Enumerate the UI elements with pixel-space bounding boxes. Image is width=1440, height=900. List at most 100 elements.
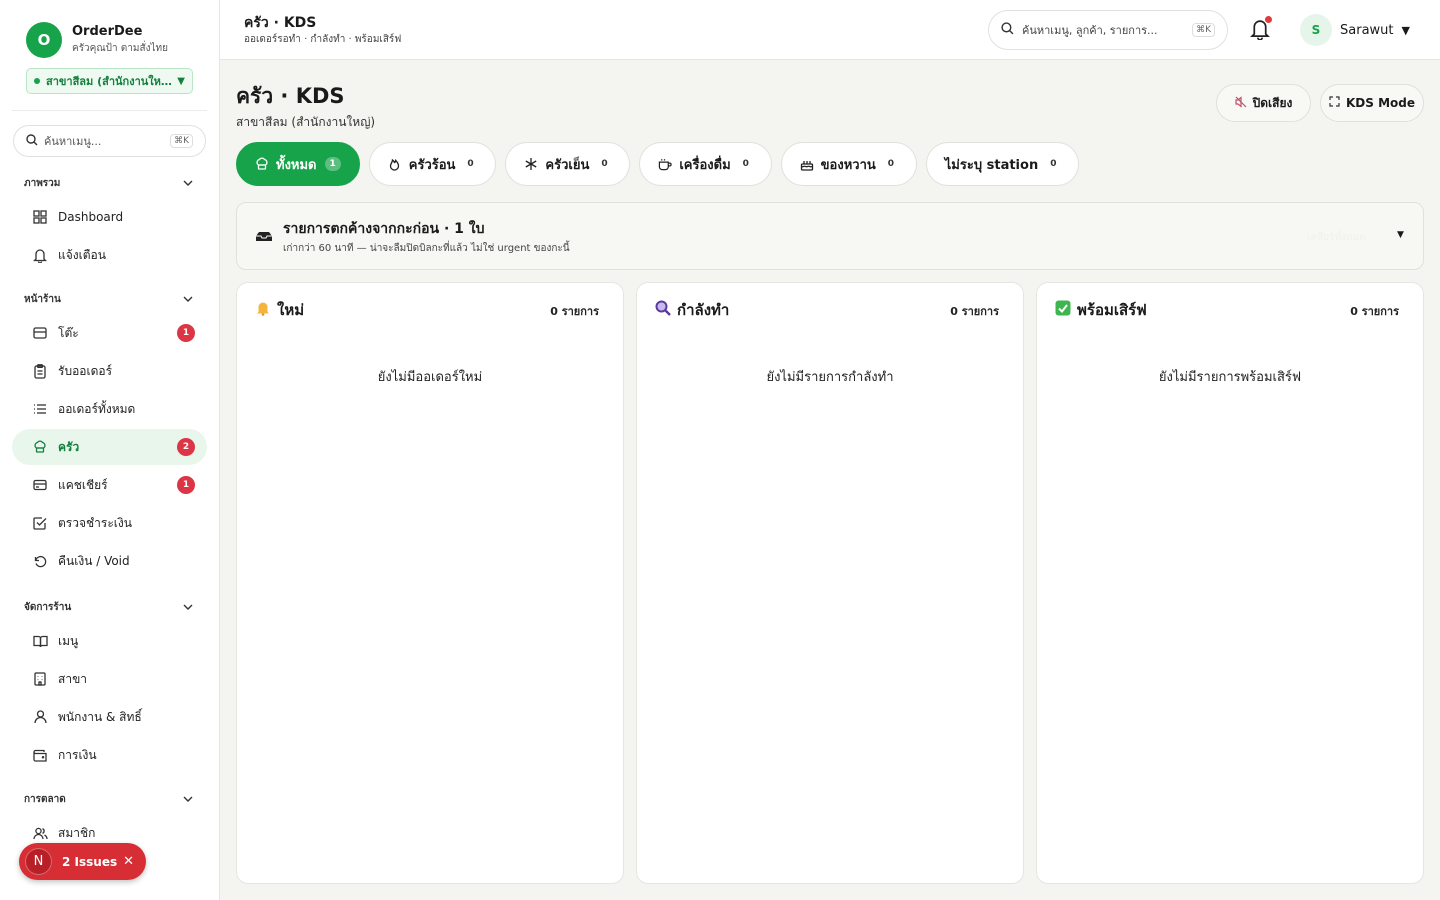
chef-hat-icon	[32, 439, 48, 455]
bell-icon	[255, 300, 271, 320]
tab-label: ครัวเย็น	[545, 157, 590, 173]
sidebar-item-label: แจ้งเตือน	[58, 247, 106, 262]
station-tabs: ทั้งหมด 1 ครัวร้อน 0 ครัวเย็น 0 เครื่องด…	[236, 142, 1088, 186]
kds-mode-button[interactable]: KDS Mode	[1320, 84, 1424, 122]
tab-label: ครัวร้อน	[408, 157, 456, 173]
backlog-banner[interactable]: รายการตกค้างจากกะก่อน · 1 ใบ เก่ากว่า 60…	[236, 202, 1424, 270]
column-header: ใหม่	[255, 298, 304, 322]
sidebar-search-input[interactable]: ค้นหาเมนู... ⌘K	[13, 125, 206, 157]
sidebar-item-menu[interactable]: เมนู	[12, 623, 207, 659]
global-search-shortcut: ⌘K	[1192, 23, 1215, 37]
sidebar-item-label: สาขา	[58, 671, 88, 686]
notification-dot	[1265, 16, 1272, 23]
sidebar-item-refund-void[interactable]: คืนเงิน / Void	[12, 543, 207, 579]
chevron-down-icon	[183, 602, 193, 613]
tab-desserts[interactable]: ของหวาน 0	[780, 142, 917, 186]
chevron-down-icon[interactable]: ▼	[1397, 230, 1404, 240]
brand[interactable]: O OrderDee ครัวคุณป้า ตามสั่งไทย	[0, 0, 219, 58]
section-title: จัดการร้าน	[24, 601, 72, 613]
list-icon	[32, 401, 48, 417]
sidebar-item-notifications[interactable]: แจ้งเตือน	[12, 237, 207, 273]
chevron-down-icon	[183, 794, 193, 805]
column-header: พร้อมเสิร์ฟ	[1055, 298, 1147, 322]
tab-count: 0	[1050, 159, 1057, 169]
sidebar: O OrderDee ครัวคุณป้า ตามสั่งไทย สาขาสีล…	[0, 0, 220, 900]
section-overview[interactable]: ภาพรวม	[0, 173, 219, 193]
empty-state: ยังไม่มีออเดอร์ใหม่	[377, 370, 483, 385]
tab-unassigned-station[interactable]: ไม่ระบุ station 0	[925, 142, 1080, 186]
chevron-down-icon: ▼	[177, 75, 185, 87]
check-square-icon	[32, 515, 48, 531]
user-name: Sarawut	[1340, 22, 1394, 38]
cake-icon	[800, 158, 814, 171]
tab-hot-kitchen[interactable]: ครัวร้อน 0	[368, 142, 497, 186]
count-badge: 1	[177, 324, 195, 342]
empty-state: ยังไม่มีรายการกำลังทำ	[766, 370, 894, 385]
backlog-title: รายการตกค้างจากกะก่อน · 1 ใบ	[283, 221, 485, 237]
snowflake-icon	[524, 157, 538, 171]
mute-icon	[1235, 95, 1247, 111]
table-icon	[32, 325, 48, 341]
mute-label: ปิดเสียง	[1252, 95, 1293, 110]
empty-state: ยังไม่มีรายการพร้อมเสิร์ฟ	[1158, 370, 1302, 385]
chevron-down-icon	[183, 294, 193, 305]
magnifier-icon	[655, 300, 671, 320]
check-icon	[1055, 300, 1071, 320]
topbar: ครัว · KDS ออเดอร์รอทำ · กำลังทำ · พร้อม…	[220, 0, 1440, 60]
clear-all-button[interactable]: เคลียร์ทั้งหมด	[1307, 230, 1366, 245]
sidebar-item-staff-permissions[interactable]: พนักงาน & สิทธิ์	[12, 699, 207, 735]
global-search-input[interactable]: ค้นหาเมนู, ลูกค้า, รายการ... ⌘K	[988, 10, 1228, 50]
clipboard-icon	[32, 363, 48, 379]
divider	[12, 110, 207, 111]
tab-count: 0	[601, 159, 608, 169]
topbar-title: ครัว · KDS	[244, 15, 317, 31]
bell-icon	[32, 247, 48, 263]
count-badge: 2	[177, 438, 195, 456]
tab-label: ของหวาน	[820, 157, 876, 173]
chef-hat-icon	[255, 157, 269, 171]
user-menu[interactable]: S Sarawut ▼	[1300, 14, 1410, 46]
sidebar-item-finance[interactable]: การเงิน	[12, 737, 207, 773]
branch-select[interactable]: สาขาสีลม (สำนักงานใหญ่) ▼	[26, 68, 193, 94]
close-icon[interactable]: ✕	[123, 854, 134, 869]
users-icon	[32, 825, 48, 841]
sidebar-item-kitchen[interactable]: ครัว 2	[12, 429, 207, 465]
column-count: 0 รายการ	[550, 305, 599, 318]
sidebar-item-cashier[interactable]: แคชเชียร์ 1	[12, 467, 207, 503]
column-title: ใหม่	[277, 301, 305, 319]
sidebar-item-label: การเงิน	[58, 747, 97, 762]
sidebar-item-payment-check[interactable]: ตรวจชำระเงิน	[12, 505, 207, 541]
tab-all[interactable]: ทั้งหมด 1	[236, 142, 360, 186]
flame-icon	[388, 157, 402, 171]
sidebar-item-label: Dashboard	[58, 210, 124, 224]
sidebar-item-tables[interactable]: โต๊ะ 1	[12, 315, 207, 351]
global-search-placeholder: ค้นหาเมนู, ลูกค้า, รายการ...	[1022, 24, 1158, 37]
card-icon	[32, 477, 48, 493]
sidebar-search-placeholder: ค้นหาเมนู...	[44, 135, 102, 148]
sidebar-item-label: ออเดอร์ทั้งหมด	[58, 401, 136, 416]
search-icon	[26, 133, 38, 149]
issues-logo: N	[25, 848, 52, 875]
tab-cold-kitchen[interactable]: ครัวเย็น 0	[505, 142, 631, 186]
sidebar-item-take-order[interactable]: รับออเดอร์	[12, 353, 207, 389]
sidebar-item-label: คืนเงิน / Void	[58, 553, 130, 568]
avatar: S	[1300, 14, 1332, 46]
sidebar-item-all-orders[interactable]: ออเดอร์ทั้งหมด	[12, 391, 207, 427]
sidebar-item-label: พนักงาน & สิทธิ์	[58, 709, 142, 724]
page-title: ครัว · KDS	[236, 84, 345, 108]
mute-button[interactable]: ปิดเสียง	[1216, 84, 1311, 122]
section-storefront[interactable]: หน้าร้าน	[0, 289, 219, 309]
issues-badge[interactable]: N 2 Issues ✕	[19, 843, 146, 880]
fullscreen-icon	[1329, 96, 1340, 110]
section-management[interactable]: จัดการร้าน	[0, 597, 219, 617]
notifications-button[interactable]	[1250, 16, 1272, 42]
backlog-subtitle: เก่ากว่า 60 นาที — น่าจะลืมปิดบิลกะที่แล…	[283, 243, 570, 254]
tab-count: 0	[887, 159, 895, 169]
section-marketing[interactable]: การตลาด	[0, 789, 219, 809]
sidebar-item-dashboard[interactable]: Dashboard	[12, 199, 207, 235]
undo-icon	[32, 553, 48, 569]
brand-subtitle: ครัวคุณป้า ตามสั่งไทย	[72, 43, 168, 54]
sidebar-search-shortcut: ⌘K	[170, 134, 193, 148]
sidebar-item-branches[interactable]: สาขา	[12, 661, 207, 697]
tab-drinks[interactable]: เครื่องดื่ม 0	[639, 142, 772, 186]
